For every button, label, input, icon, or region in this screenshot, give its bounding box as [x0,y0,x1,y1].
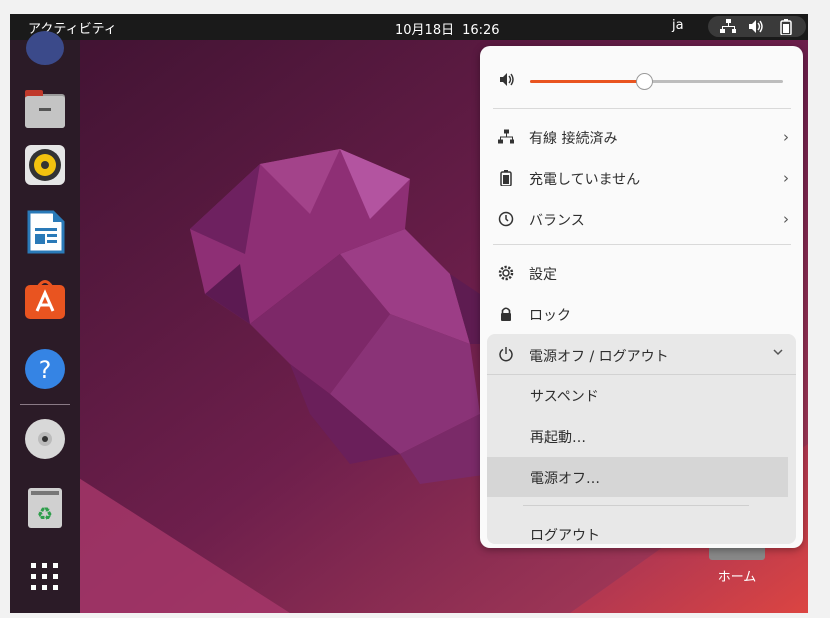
lock-label: ロック [529,308,571,324]
logout-label: ログアウト [530,528,600,544]
help-icon[interactable]: ? [23,347,67,391]
power-off-label: 電源オフ… [530,471,600,487]
power-off-logout-item[interactable]: 電源オフ / ログアウト [487,334,796,374]
svg-text:♻: ♻ [37,504,53,525]
suspend-label: サスペンド [530,389,599,405]
wired-connection-label: 有線 接続済み [529,131,618,147]
network-wired-icon [720,19,736,33]
top-bar: アクティビティ 10月18日 16:26 ja [10,14,808,40]
restart-label: 再起動… [530,430,586,446]
chevron-right-icon: › [783,128,789,146]
battery-icon [500,170,512,186]
volume-icon [500,73,514,86]
chevron-down-icon [773,349,783,356]
desktop-screen: アクティビティ 10月18日 16:26 ja ? ♻ ホーム 有線 接続済み … [10,14,808,613]
chevron-right-icon: › [783,210,789,228]
libreoffice-writer-icon[interactable] [23,210,67,254]
settings-label: 設定 [529,267,557,283]
network-wired-icon [498,129,514,144]
volume-slider[interactable] [530,73,783,90]
settings-item[interactable]: 設定 [480,254,803,292]
lock-icon [501,307,511,321]
home-folder-label: ホーム [717,570,757,585]
restart-item[interactable]: 再起動… [487,416,788,456]
date-label: 10月18日 [395,23,455,38]
clock-button[interactable]: 10月18日 16:26 [395,19,508,38]
power-profile-icon [498,211,514,227]
show-apps-icon[interactable] [23,555,67,599]
volume-slider-knob[interactable] [635,73,653,90]
files-icon[interactable] [23,88,67,132]
volume-icon [749,20,763,33]
battery-status-item[interactable]: 充電していません › [480,159,803,197]
chevron-right-icon: › [783,169,789,187]
wired-connection-item[interactable]: 有線 接続済み › [480,118,803,156]
trash-icon[interactable]: ♻ [23,486,67,530]
rhythmbox-icon[interactable] [23,143,67,187]
system-menu-button[interactable] [708,16,806,37]
system-menu: 有線 接続済み › 充電していません › バランス › 設定 ロック 電源オフ … [480,46,803,548]
power-off-submenu: 電源オフ / ログアウト サスペンド 再起動… 電源オフ… ログアウト [487,334,796,544]
suspend-item[interactable]: サスペンド [487,375,788,415]
time-label: 16:26 [462,23,500,38]
power-off-logout-label: 電源オフ / ログアウト [529,349,669,365]
app-center-icon[interactable] [23,277,67,321]
menu-separator [493,244,791,245]
volume-row [480,66,803,96]
settings-gear-icon [498,265,514,281]
submenu-separator [523,505,749,506]
dock: ? ♻ [10,31,80,613]
dock-separator [20,404,70,405]
battery-icon [780,19,792,35]
menu-separator [493,108,791,109]
power-off-item[interactable]: 電源オフ… [487,457,788,497]
svg-text:?: ? [39,356,52,384]
lock-item[interactable]: ロック [480,295,803,333]
power-mode-label: バランス [529,213,585,229]
power-icon [499,347,513,362]
battery-status-label: 充電していません [529,172,641,188]
power-mode-item[interactable]: バランス › [480,200,803,238]
optical-disc-icon[interactable] [23,417,67,461]
logout-item[interactable]: ログアウト [487,514,788,554]
volume-slider-fill [530,80,644,83]
app-partial-icon[interactable] [23,26,67,70]
input-method-indicator[interactable]: ja [672,18,684,33]
